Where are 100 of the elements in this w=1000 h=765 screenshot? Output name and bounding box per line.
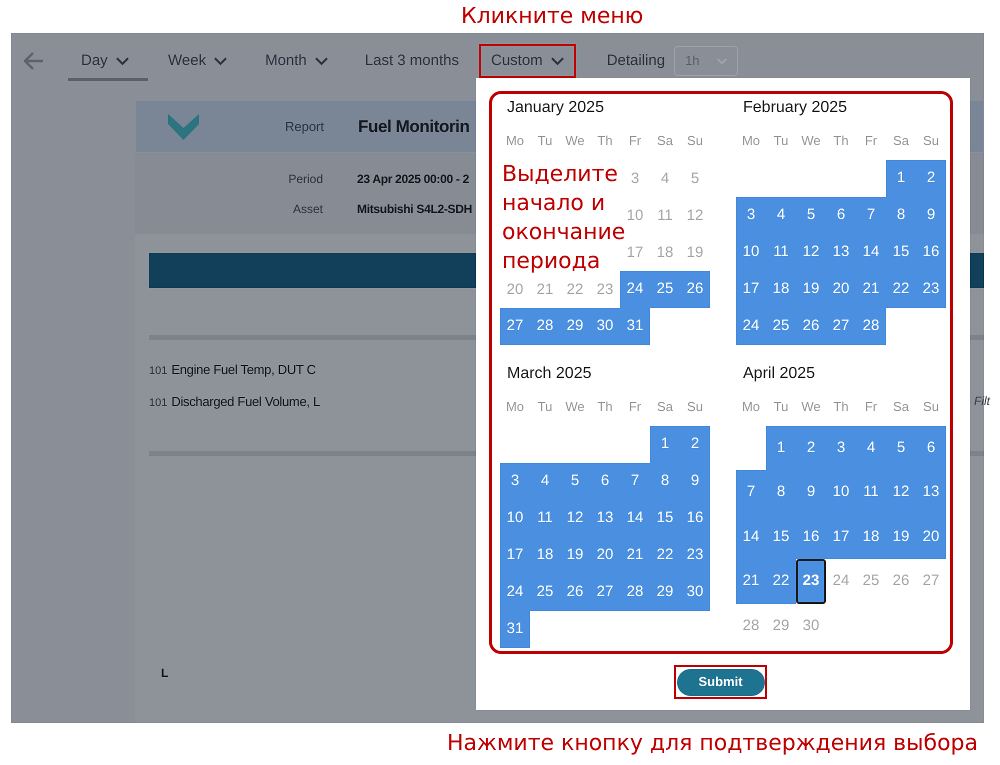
calendar-day[interactable]: 18 bbox=[656, 244, 674, 262]
calendar-day[interactable]: 26 bbox=[892, 572, 910, 590]
calendar-day[interactable]: 12 bbox=[886, 470, 916, 515]
calendar-day[interactable]: 21 bbox=[736, 559, 766, 604]
calendar-day[interactable]: 17 bbox=[736, 271, 766, 308]
back-arrow-icon[interactable] bbox=[24, 52, 44, 70]
calendar-day[interactable]: 4 bbox=[856, 426, 886, 470]
calendar-day[interactable]: 25 bbox=[530, 574, 560, 611]
calendar-day[interactable]: 6 bbox=[916, 426, 946, 470]
calendar-day[interactable]: 4 bbox=[660, 170, 670, 188]
calendar-day[interactable]: 30 bbox=[802, 616, 820, 635]
calendar-day[interactable]: 15 bbox=[886, 234, 916, 271]
calendar-day[interactable]: 12 bbox=[686, 206, 704, 224]
period-tab[interactable]: Day bbox=[68, 41, 148, 81]
calendar-day[interactable]: 26 bbox=[560, 574, 590, 611]
calendar-day[interactable]: 30 bbox=[590, 308, 620, 345]
calendar-day[interactable]: 1 bbox=[766, 426, 796, 470]
period-tab[interactable]: Custom bbox=[479, 44, 576, 78]
period-tab[interactable]: Month bbox=[265, 44, 328, 78]
calendar-day[interactable]: 11 bbox=[766, 234, 796, 271]
calendar-day[interactable]: 9 bbox=[796, 470, 826, 515]
calendar-day[interactable]: 6 bbox=[826, 197, 856, 234]
calendar-day[interactable]: 16 bbox=[680, 500, 710, 537]
calendar-day[interactable]: 20 bbox=[506, 280, 524, 298]
calendar-day[interactable]: 10 bbox=[826, 470, 856, 515]
calendar-day[interactable]: 5 bbox=[690, 170, 700, 188]
calendar-day[interactable]: 14 bbox=[736, 514, 766, 560]
calendar-day[interactable]: 22 bbox=[886, 271, 916, 308]
calendar-day[interactable]: 17 bbox=[500, 537, 530, 574]
calendar-day[interactable]: 27 bbox=[922, 572, 940, 590]
calendar-day[interactable]: 22 bbox=[766, 559, 796, 604]
calendar-day[interactable]: 13 bbox=[826, 234, 856, 271]
calendar-day[interactable]: 31 bbox=[500, 611, 530, 648]
calendar-day[interactable]: 4 bbox=[530, 463, 560, 500]
calendar-day[interactable]: 10 bbox=[626, 206, 644, 224]
calendar-day[interactable]: 3 bbox=[736, 197, 766, 234]
calendar-day[interactable]: 10 bbox=[736, 234, 766, 271]
calendar-day[interactable]: 19 bbox=[796, 271, 826, 308]
calendar-day[interactable]: 15 bbox=[650, 500, 680, 537]
calendar-day[interactable]: 8 bbox=[650, 463, 680, 500]
calendar-day[interactable]: 12 bbox=[796, 234, 826, 271]
calendar-day[interactable]: 16 bbox=[796, 514, 826, 560]
calendar-day[interactable]: 25 bbox=[650, 271, 680, 308]
calendar-day[interactable]: 24 bbox=[620, 271, 650, 308]
calendar-day[interactable]: 18 bbox=[766, 271, 796, 308]
calendar-day[interactable]: 1 bbox=[650, 426, 680, 463]
calendar-day[interactable]: 22 bbox=[650, 537, 680, 574]
calendar-day[interactable]: 12 bbox=[560, 500, 590, 537]
calendar-day[interactable]: 29 bbox=[560, 308, 590, 345]
calendar-day[interactable]: 28 bbox=[530, 308, 560, 345]
calendar-day[interactable]: 8 bbox=[766, 470, 796, 515]
period-tab[interactable]: Last 3 months bbox=[364, 44, 459, 78]
calendar-day[interactable]: 28 bbox=[620, 574, 650, 611]
calendar-day[interactable]: 16 bbox=[916, 234, 946, 271]
calendar-day[interactable]: 24 bbox=[736, 308, 766, 345]
calendar-day[interactable]: 7 bbox=[620, 463, 650, 500]
calendar-day[interactable]: 11 bbox=[856, 470, 886, 515]
calendar-day[interactable]: 27 bbox=[826, 308, 856, 345]
calendar-day[interactable]: 23 bbox=[596, 280, 614, 298]
calendar-day[interactable]: 11 bbox=[657, 206, 673, 224]
calendar-day[interactable]: 19 bbox=[686, 244, 704, 262]
calendar-day[interactable]: 13 bbox=[590, 500, 620, 537]
calendar-day[interactable]: 23 bbox=[916, 271, 946, 308]
calendar-day[interactable]: 19 bbox=[560, 537, 590, 574]
calendar-day[interactable]: 9 bbox=[916, 197, 946, 234]
calendar-day[interactable]: 20 bbox=[826, 271, 856, 308]
calendar-day[interactable]: 5 bbox=[560, 463, 590, 500]
calendar-day[interactable]: 26 bbox=[796, 308, 826, 345]
calendar-day[interactable]: 17 bbox=[626, 244, 644, 262]
calendar-day[interactable]: 22 bbox=[566, 280, 584, 298]
calendar-day[interactable]: 24 bbox=[500, 574, 530, 611]
calendar-day[interactable]: 11 bbox=[530, 500, 560, 537]
calendar-day[interactable]: 15 bbox=[766, 514, 796, 560]
calendar-day[interactable]: 23 bbox=[796, 559, 826, 604]
calendar-day[interactable]: 18 bbox=[856, 514, 886, 560]
calendar-day[interactable]: 1 bbox=[886, 160, 916, 197]
calendar-day[interactable]: 30 bbox=[680, 574, 710, 611]
calendar-day[interactable]: 27 bbox=[590, 574, 620, 611]
calendar-day[interactable]: 28 bbox=[742, 616, 760, 635]
calendar-day[interactable]: 26 bbox=[680, 271, 710, 308]
calendar-day[interactable]: 14 bbox=[856, 234, 886, 271]
calendar-day[interactable]: 25 bbox=[766, 308, 796, 345]
calendar-day[interactable]: 21 bbox=[620, 537, 650, 574]
calendar-day[interactable]: 2 bbox=[796, 426, 826, 470]
calendar-day[interactable]: 21 bbox=[536, 280, 554, 298]
calendar-day[interactable]: 20 bbox=[590, 537, 620, 574]
calendar-day[interactable]: 29 bbox=[650, 574, 680, 611]
calendar-day[interactable]: 29 bbox=[772, 616, 790, 635]
calendar-day[interactable]: 20 bbox=[916, 514, 946, 560]
calendar-day[interactable]: 27 bbox=[500, 308, 530, 345]
calendar-day[interactable]: 7 bbox=[856, 197, 886, 234]
calendar-day[interactable]: 31 bbox=[620, 308, 650, 345]
calendar-day[interactable]: 10 bbox=[500, 500, 530, 537]
calendar-day[interactable]: 23 bbox=[680, 537, 710, 574]
calendar-day[interactable]: 17 bbox=[826, 514, 856, 560]
calendar-day[interactable]: 18 bbox=[530, 537, 560, 574]
calendar-day[interactable]: 7 bbox=[736, 470, 766, 515]
calendar-day[interactable]: 25 bbox=[862, 572, 880, 590]
calendar-day[interactable]: 3 bbox=[630, 170, 640, 188]
calendar-day[interactable]: 2 bbox=[680, 426, 710, 463]
